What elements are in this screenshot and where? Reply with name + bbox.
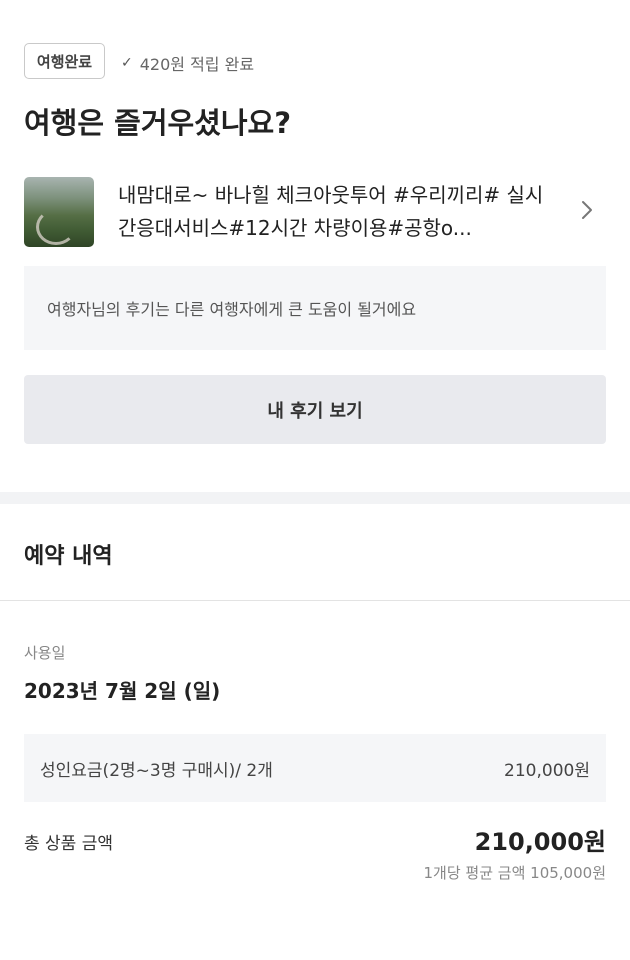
review-prompt-box: 여행자님의 후기는 다른 여행자에게 큰 도움이 될거에요 bbox=[24, 266, 606, 350]
trip-complete-badge: 여행완료 bbox=[24, 43, 105, 79]
points-text: 420원 적립 완료 bbox=[139, 55, 255, 74]
points-earned: ✓ 420원 적립 완료 bbox=[121, 51, 254, 75]
check-icon: ✓ bbox=[121, 55, 133, 71]
price-item-value: 210,000원 bbox=[504, 760, 590, 781]
booking-details-section: 예약 내역 사용일 2023년 7월 2일 (일) 성인요금(2명~3명 구매시… bbox=[0, 504, 630, 960]
section-divider-bar bbox=[0, 492, 630, 504]
total-value: 210,000원 bbox=[474, 828, 606, 856]
chevron-right-icon[interactable] bbox=[576, 199, 598, 221]
average-price: 1개당 평균 금액 105,000원 bbox=[423, 864, 606, 882]
price-item-row: 성인요금(2명~3명 구매시)/ 2개 210,000원 bbox=[24, 734, 606, 802]
use-date-label: 사용일 bbox=[24, 644, 66, 662]
view-my-review-button[interactable]: 내 후기 보기 bbox=[24, 375, 606, 444]
review-prompt-text: 여행자님의 후기는 다른 여행자에게 큰 도움이 될거에요 bbox=[47, 300, 417, 319]
product-title: 내맘대로~ 바나힐 체크아웃투어 #우리끼리# 실시간응대서비스#12시간 차량… bbox=[118, 183, 544, 240]
product-card[interactable]: 내맘대로~ 바나힐 체크아웃투어 #우리끼리# 실시간응대서비스#12시간 차량… bbox=[24, 177, 606, 249]
total-label: 총 상품 금액 bbox=[24, 834, 114, 854]
use-date-value: 2023년 7월 2일 (일) bbox=[24, 679, 221, 703]
trip-complete-section: 여행완료 ✓ 420원 적립 완료 여행은 즐거우셨나요? 내맘대로~ 바나힐 … bbox=[0, 0, 630, 492]
price-item-label: 성인요금(2명~3명 구매시)/ 2개 bbox=[40, 760, 273, 781]
divider bbox=[0, 600, 630, 601]
product-thumbnail bbox=[24, 177, 94, 247]
trip-question-title: 여행은 즐거우셨나요? bbox=[24, 106, 292, 140]
booking-section-title: 예약 내역 bbox=[24, 544, 113, 569]
